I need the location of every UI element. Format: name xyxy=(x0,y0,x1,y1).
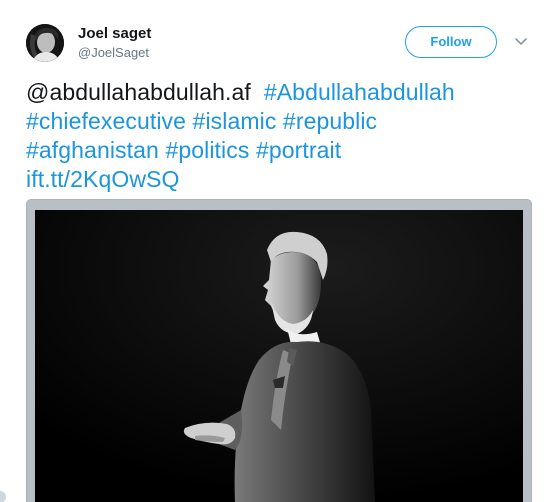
media-container[interactable] xyxy=(26,199,532,502)
tweet-card: Joel saget @JoelSaget Follow @abdullahab… xyxy=(0,0,550,502)
hashtag-link[interactable]: #afghanistan xyxy=(26,137,159,163)
hashtag-link[interactable]: #politics xyxy=(165,137,249,163)
hashtag-link[interactable]: #portrait xyxy=(256,137,341,163)
mention-text[interactable]: @abdullahabdullah.af xyxy=(26,79,251,105)
hashtag-link[interactable]: #islamic xyxy=(193,108,277,134)
url-link[interactable]: ift.tt/2KqOwSQ xyxy=(26,166,180,192)
author-display-name[interactable]: Joel saget xyxy=(78,24,151,44)
chevron-down-icon[interactable] xyxy=(512,35,530,49)
follow-button[interactable]: Follow xyxy=(405,26,497,58)
media-nav-dot[interactable] xyxy=(0,491,6,502)
tweet-text: @abdullahabdullah.af #Abdullahabdullah #… xyxy=(26,78,536,194)
author-info: Joel saget @JoelSaget xyxy=(78,24,151,61)
author-avatar[interactable] xyxy=(26,24,64,62)
author-handle[interactable]: @JoelSaget xyxy=(78,45,151,61)
avatar-photo-icon xyxy=(26,24,64,62)
portrait-photo-icon xyxy=(35,210,523,502)
hashtag-link[interactable]: #chiefexecutive xyxy=(26,108,186,134)
hashtag-link[interactable]: #Abdullahabdullah xyxy=(264,79,455,105)
portrait-photo[interactable] xyxy=(35,210,523,502)
hashtag-link[interactable]: #republic xyxy=(283,108,377,134)
